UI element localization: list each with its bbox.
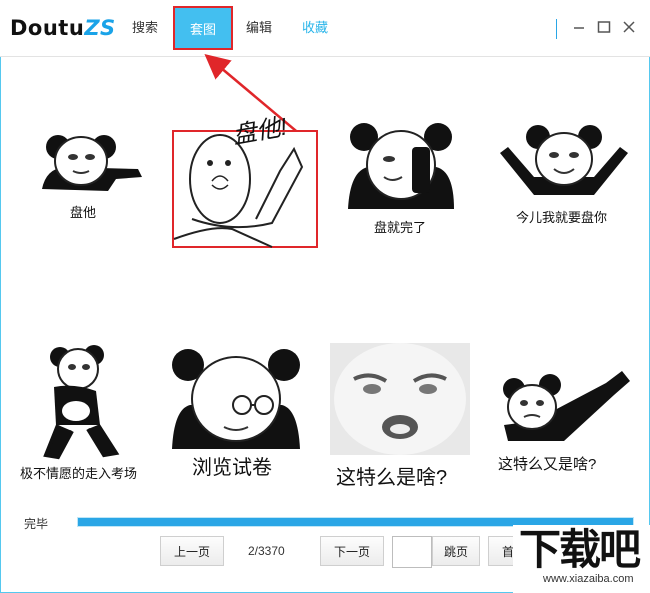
sticker-item[interactable]: 盘他 (38, 129, 146, 229)
watermark-logo: 下载吧 www.xiazaiba.com (513, 525, 650, 593)
sticker-item[interactable]: 这特么是啥? (330, 343, 470, 489)
sticker-item[interactable]: 今儿我就要盘你 (494, 123, 634, 233)
sticker-item[interactable]: 盘就完了 (346, 121, 458, 237)
sticker-caption: 今儿我就要盘你 (516, 210, 608, 225)
sticker-item[interactable]: 浏览试卷 (170, 349, 302, 479)
sticker-item[interactable]: 盘他! (172, 109, 320, 249)
next-page-button[interactable]: 下一页 (320, 536, 384, 566)
sticker-caption: 盘就完了 (374, 220, 427, 235)
sticker-caption: 浏览试卷 (192, 457, 272, 479)
sticker-item[interactable]: 这特么又是啥? (494, 355, 634, 475)
sticker-caption: 这特么是啥? (336, 467, 448, 489)
sticker-caption: 盘他 (70, 205, 97, 220)
sticker-caption: 极不情愿的走入考场 (20, 466, 138, 481)
prev-page-button[interactable]: 上一页 (160, 536, 224, 566)
status-text: 完毕 (24, 517, 49, 531)
page-indicator: 2/3370 (248, 544, 285, 558)
sticker-item[interactable]: 极不情愿的走入考场 (18, 343, 158, 483)
sticker-grid: 盘他 盘他! 盘就完了 今儿我就要盘你 极不情愿的走入考场 浏览试卷 这特么是啥… (0, 57, 650, 507)
sticker-caption: 这特么又是啥? (498, 456, 597, 473)
jump-page-button[interactable]: 跳页 (432, 536, 480, 566)
jump-page-input[interactable] (392, 536, 432, 568)
